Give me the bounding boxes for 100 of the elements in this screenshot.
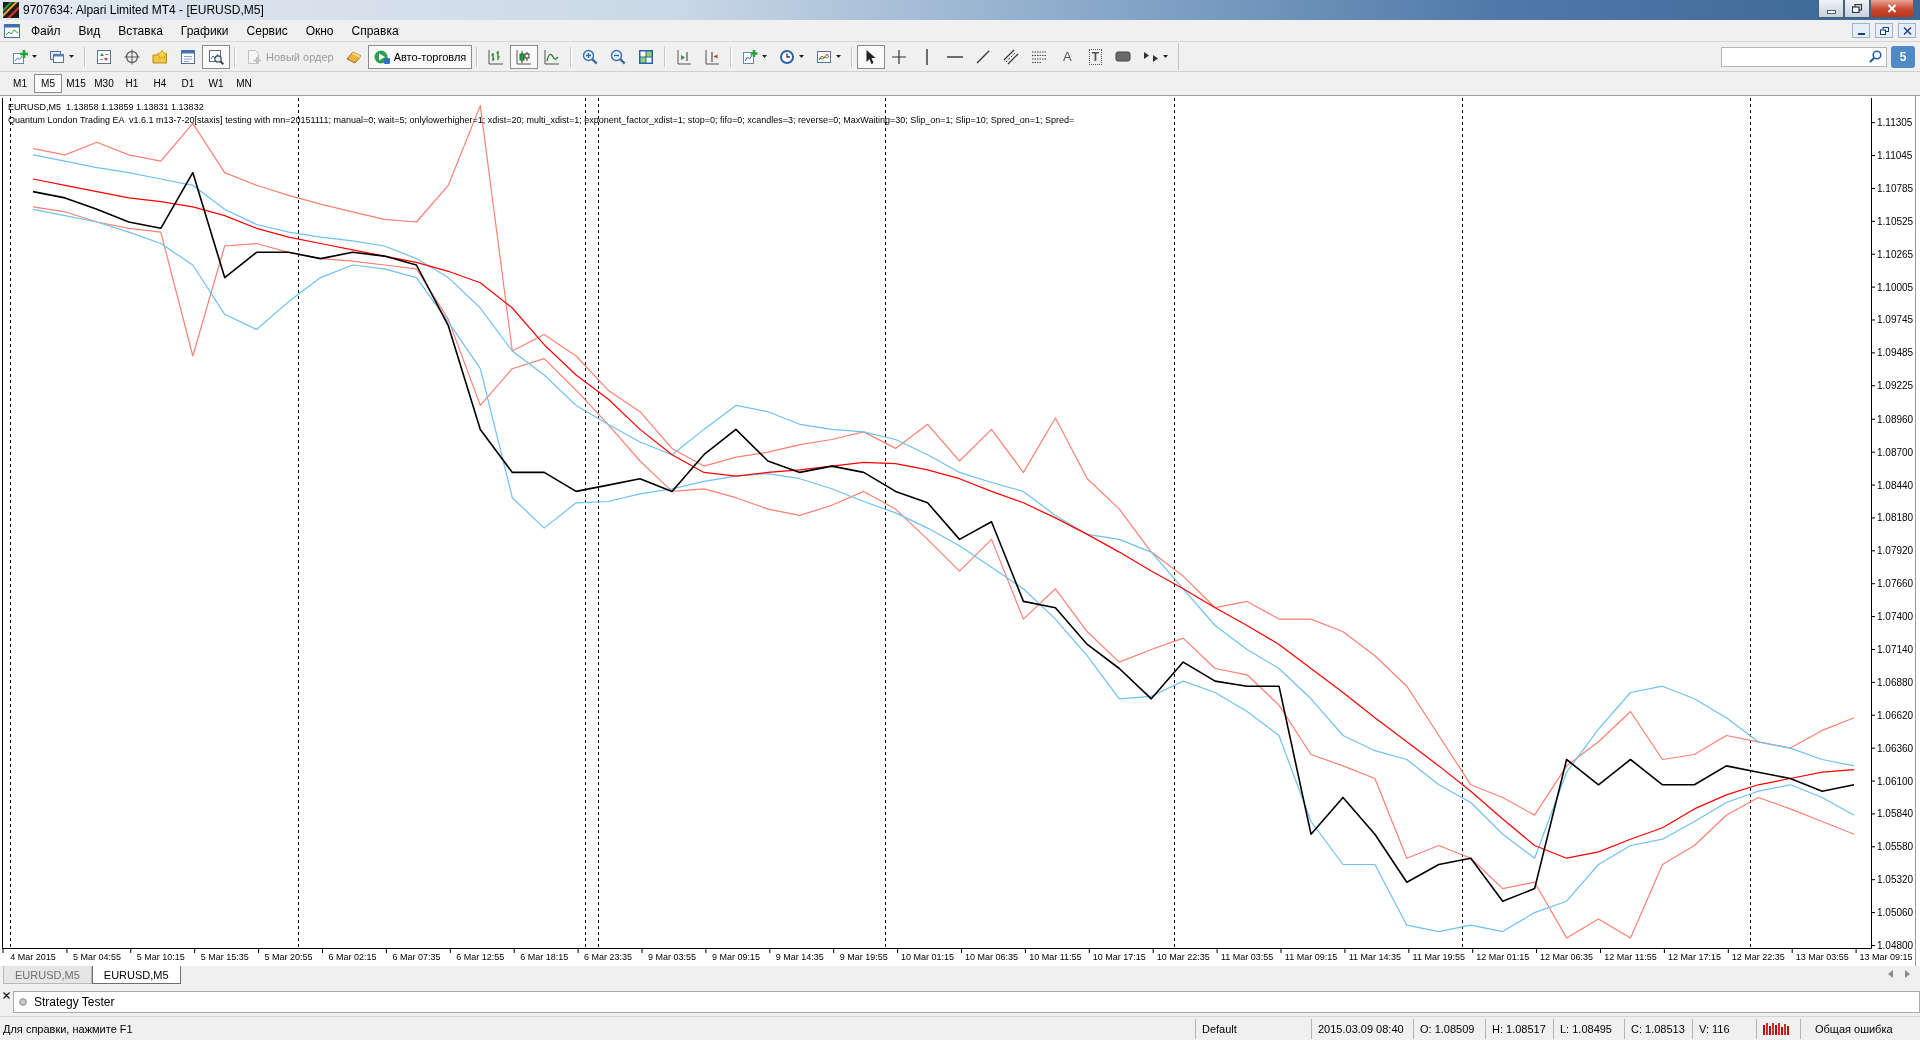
timeframe-button[interactable]: M1	[6, 74, 34, 93]
time-label: 12 Mar 11:55	[1604, 952, 1657, 962]
channel-icon	[1003, 48, 1020, 65]
open-price: O: 1.08509	[1420, 1022, 1475, 1035]
panel-window-icon	[180, 48, 196, 65]
document-plus-icon	[246, 48, 262, 65]
price-label: 1.11305	[1877, 117, 1913, 129]
price-label: 1.11045	[1877, 150, 1913, 162]
close-icon[interactable]	[3, 992, 10, 999]
toolbar-button[interactable]	[202, 44, 230, 69]
price-label: 1.08960	[1877, 413, 1914, 425]
time-label: 6 Mar 12:55	[456, 952, 505, 962]
chart-tab[interactable]: EURUSD,M5	[3, 966, 92, 984]
restore-icon	[1852, 4, 1862, 13]
time-label: 11 Mar 14:35	[1348, 952, 1402, 962]
time-label: 10 Mar 17:15	[1092, 952, 1146, 962]
toolbar-button[interactable]: A	[1053, 44, 1082, 69]
close-price: C: 1.08513	[1631, 1022, 1685, 1035]
line-chart-icon	[544, 48, 561, 65]
menu-item[interactable]: Графики	[171, 20, 238, 41]
chart-plus-icon	[742, 48, 759, 65]
time-label: 13 Mar 03:55	[1795, 952, 1849, 962]
right-arrow-icon[interactable]	[1905, 970, 1910, 978]
price-label: 1.10265	[1877, 248, 1914, 260]
price-label: 1.07140	[1877, 644, 1914, 655]
volume-value: V: 116	[1699, 1022, 1730, 1035]
signal-bars-icon	[1763, 1022, 1789, 1035]
price-label: 1.10005	[1877, 281, 1914, 293]
time-label: 6 Mar 07:35	[392, 952, 441, 962]
timeframe-button[interactable]: M5	[34, 74, 62, 93]
menu-item[interactable]: Окно	[296, 20, 343, 41]
minimize-button[interactable]	[1852, 23, 1870, 38]
price-label: 1.08700	[1877, 446, 1914, 458]
toolbar-button[interactable]: T	[1081, 44, 1110, 69]
menu-item[interactable]: Вставка	[109, 20, 172, 41]
price-label: 1.07920	[1877, 545, 1914, 557]
target-icon	[124, 48, 140, 65]
messages-button[interactable]: 5	[1891, 45, 1915, 68]
price-label: 1.08440	[1877, 479, 1914, 491]
menu-item[interactable]: Файл	[22, 20, 70, 41]
trend-line-icon	[975, 48, 992, 65]
help-hint: Для справки, нажмите F1	[2, 1022, 134, 1035]
time-label: 11 Mar 03:55	[1220, 952, 1274, 962]
candlestick-icon	[516, 48, 533, 65]
price-label: 1.10785	[1877, 182, 1914, 194]
restore-button[interactable]	[1844, 0, 1870, 18]
price-label: 1.06360	[1877, 742, 1914, 754]
time-label: 5 Mar 04:55	[72, 952, 121, 962]
price-label: 1.06100	[1877, 775, 1914, 787]
profile-name: Default	[1202, 1022, 1237, 1035]
search-icon	[1869, 50, 1882, 63]
timeframe-button[interactable]: M30	[90, 74, 118, 93]
play-badge-icon	[373, 48, 390, 65]
timeframe-button[interactable]: M15	[62, 74, 90, 93]
time-label: 6 Mar 23:35	[584, 952, 633, 962]
price-label: 1.09485	[1877, 347, 1914, 359]
close-button[interactable]	[1898, 23, 1916, 38]
timeframe-button[interactable]: W1	[202, 74, 230, 93]
tile-grid-icon	[638, 48, 655, 65]
restore-button[interactable]	[1875, 23, 1893, 38]
left-arrow-icon[interactable]	[1888, 970, 1893, 978]
horizontal-line-icon	[947, 55, 964, 58]
arrows-icon	[1143, 50, 1160, 63]
price-label: 1.05580	[1877, 841, 1914, 853]
price-label: 1.08180	[1877, 512, 1914, 524]
price-label: 1.05320	[1877, 874, 1914, 886]
menu-item[interactable]: Справка	[342, 20, 408, 41]
time-label: 12 Mar 22:35	[1731, 952, 1785, 962]
timeframe-button[interactable]: MN	[230, 74, 258, 93]
close-button[interactable]	[1870, 0, 1914, 18]
menu-item[interactable]: Вид	[69, 20, 110, 41]
time-label: 10 Mar 22:35	[1156, 952, 1210, 962]
rounded-rect-icon	[1115, 51, 1132, 62]
close-icon	[1902, 26, 1912, 35]
minimize-button[interactable]	[1818, 0, 1844, 18]
time-label: 6 Mar 18:15	[520, 952, 569, 962]
time-label: 10 Mar 06:35	[965, 952, 1018, 962]
search-field[interactable]	[1721, 46, 1887, 67]
price-label: 1.04800	[1877, 939, 1914, 951]
price-label: 1.06620	[1877, 709, 1914, 721]
window-stack-icon	[49, 48, 65, 65]
timeframe-button[interactable]: H1	[118, 74, 146, 93]
panel-title[interactable]: Strategy Tester	[34, 994, 115, 1009]
chart-window-icon[interactable]	[4, 22, 20, 39]
time-label: 11 Mar 09:15	[1284, 952, 1338, 962]
toolbar-button[interactable]	[857, 44, 886, 69]
price-label: 1.05060	[1877, 907, 1914, 919]
timeframe-button[interactable]: D1	[174, 74, 202, 93]
timeframe-button[interactable]: H4	[146, 74, 174, 93]
menu-item[interactable]: Сервис	[237, 20, 297, 41]
time-label: 10 Mar 01:15	[901, 952, 955, 962]
time-label: 5 Mar 20:55	[264, 952, 313, 962]
time-label: 6 Mar 02:15	[328, 952, 377, 962]
magnifier-chart-icon	[208, 48, 224, 65]
chart-tab[interactable]: EURUSD,M5	[91, 966, 181, 984]
restore-icon	[1879, 26, 1889, 35]
toolbar-button[interactable]: Авто-торговля	[367, 44, 473, 69]
time-label: 12 Mar 06:35	[1540, 952, 1594, 962]
price-label: 1.09745	[1877, 314, 1914, 326]
time-label: 12 Mar 17:15	[1667, 952, 1721, 962]
